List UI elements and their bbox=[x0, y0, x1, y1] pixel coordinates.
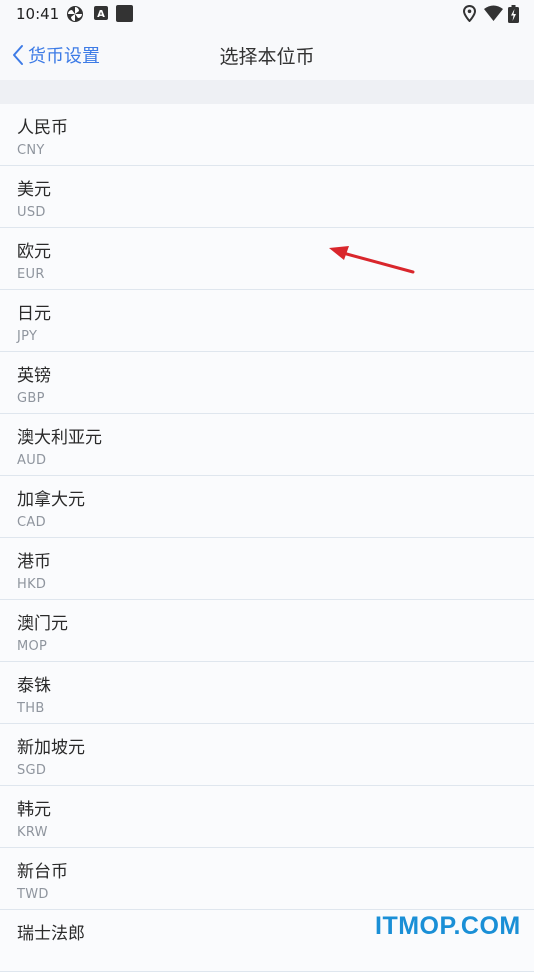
currency-item-mop[interactable]: 澳门元 MOP bbox=[0, 600, 534, 662]
currency-item-cny[interactable]: 人民币 CNY bbox=[0, 104, 534, 166]
battery-charging-icon bbox=[508, 5, 519, 23]
currency-item-aud[interactable]: 澳大利亚元 AUD bbox=[0, 414, 534, 476]
currency-item-cad[interactable]: 加拿大元 CAD bbox=[0, 476, 534, 538]
currency-name: 新台币 bbox=[17, 862, 68, 882]
currency-code: TWD bbox=[17, 887, 49, 902]
page-title: 选择本位币 bbox=[219, 46, 315, 68]
currency-name: 澳大利亚元 bbox=[17, 428, 102, 448]
square-icon bbox=[116, 5, 133, 22]
currency-code: GBP bbox=[17, 391, 45, 406]
currency-name: 韩元 bbox=[17, 800, 51, 820]
currency-name: 加拿大元 bbox=[17, 490, 85, 510]
currency-list: 人民币 CNY 美元 USD 欧元 EUR 日元 JPY 英镑 GBP 澳大利亚… bbox=[0, 104, 534, 972]
currency-item-thb[interactable]: 泰铢 THB bbox=[0, 662, 534, 724]
red-arrow-icon bbox=[329, 246, 415, 274]
currency-item-eur[interactable]: 欧元 EUR bbox=[0, 228, 534, 290]
currency-code: SGD bbox=[17, 763, 47, 778]
currency-code: USD bbox=[17, 205, 46, 220]
svg-text:A: A bbox=[97, 9, 105, 20]
location-icon bbox=[463, 5, 476, 22]
currency-name: 瑞士法郎 bbox=[17, 924, 85, 944]
currency-code: CAD bbox=[17, 515, 46, 530]
currency-item-usd[interactable]: 美元 USD bbox=[0, 166, 534, 228]
currency-name: 人民币 bbox=[17, 118, 68, 138]
currency-code: AUD bbox=[17, 453, 47, 468]
currency-name: 欧元 bbox=[17, 242, 51, 262]
currency-item-hkd[interactable]: 港币 HKD bbox=[0, 538, 534, 600]
currency-code: CNY bbox=[17, 143, 45, 158]
currency-name: 澳门元 bbox=[17, 614, 68, 634]
currency-item-twd[interactable]: 新台币 TWD bbox=[0, 848, 534, 910]
currency-code: MOP bbox=[17, 639, 48, 654]
currency-code: KRW bbox=[17, 825, 48, 840]
currency-item-krw[interactable]: 韩元 KRW bbox=[0, 786, 534, 848]
status-bar: 10:41 A bbox=[0, 0, 534, 28]
currency-name: 英镑 bbox=[17, 366, 51, 386]
currency-name: 日元 bbox=[17, 304, 51, 324]
currency-code: EUR bbox=[17, 267, 45, 282]
currency-code: JPY bbox=[17, 329, 38, 344]
currency-code: HKD bbox=[17, 577, 47, 592]
currency-item-sgd[interactable]: 新加坡元 SGD bbox=[0, 724, 534, 786]
currency-name: 港币 bbox=[17, 552, 51, 572]
wifi-icon bbox=[484, 5, 503, 21]
navigation-bar: 货币设置 选择本位币 bbox=[0, 28, 534, 80]
status-time: 10:41 bbox=[16, 5, 60, 23]
pinwheel-icon bbox=[67, 6, 83, 22]
currency-item-jpy[interactable]: 日元 JPY bbox=[0, 290, 534, 352]
watermark: ITMOP.COM bbox=[375, 912, 521, 940]
currency-name: 新加坡元 bbox=[17, 738, 85, 758]
a-badge-icon: A bbox=[94, 6, 108, 20]
currency-code: THB bbox=[17, 701, 45, 716]
currency-item-gbp[interactable]: 英镑 GBP bbox=[0, 352, 534, 414]
currency-name: 美元 bbox=[17, 180, 51, 200]
section-divider bbox=[0, 80, 534, 104]
currency-name: 泰铢 bbox=[17, 676, 51, 696]
